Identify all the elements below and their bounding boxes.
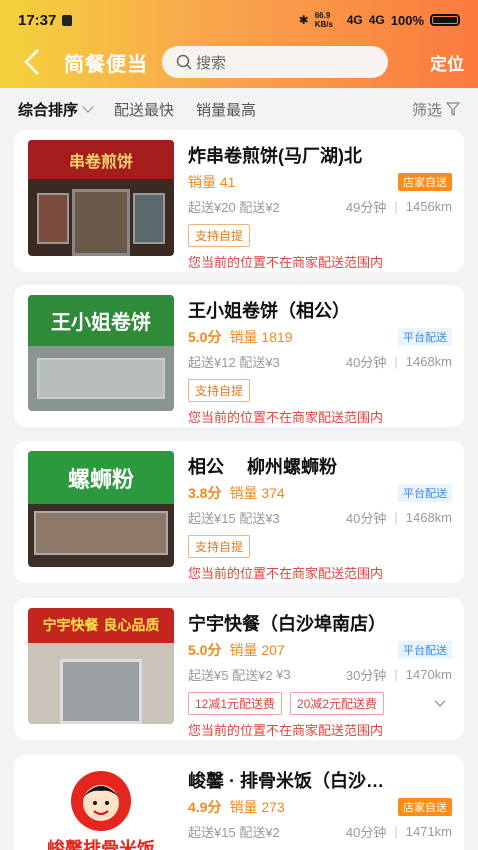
shop-sales: 销量 41 bbox=[188, 174, 236, 190]
shop-sales: 销量 273 bbox=[229, 799, 285, 815]
delivery-time: 40分钟 bbox=[345, 354, 387, 370]
signal-4g-icon: 4G bbox=[346, 13, 363, 27]
shop-sign: 串卷煎饼 bbox=[28, 140, 174, 180]
sort-comprehensive[interactable]: 综合排序 bbox=[18, 99, 94, 120]
delivery-fee: 配送¥2 bbox=[239, 199, 280, 215]
shop-image: 峻馨排骨米饭 bbox=[28, 765, 174, 850]
distance: 1468km bbox=[405, 509, 452, 525]
shop-sign: 峻馨排骨米饭 bbox=[47, 839, 155, 850]
shop-name: 炸串卷煎饼(马厂湖)北 bbox=[188, 146, 362, 166]
delivery-badge: 平台配送 bbox=[398, 484, 452, 502]
distance: 1468km bbox=[405, 353, 452, 369]
signal-4g-icon-2: 4G bbox=[368, 13, 385, 27]
out-of-range-warning: 您当前的位置不在商家配送范围内 bbox=[188, 566, 384, 581]
search-icon bbox=[176, 54, 192, 70]
sim-icon bbox=[62, 14, 73, 26]
delivery-badge: 店家自送 bbox=[398, 798, 452, 816]
shop-image: 螺蛳粉 bbox=[28, 451, 174, 567]
shop-name: 相公 柳州螺蛳粉 bbox=[188, 457, 338, 477]
shop-sales: 销量 1819 bbox=[229, 329, 293, 345]
min-order: 起送¥5 bbox=[188, 667, 229, 683]
distance: 1470km bbox=[405, 666, 452, 682]
shop-score: 5.0分 bbox=[188, 642, 222, 658]
status-bar: 17:37 ✱ 66.9 KB/s 4G 4G 100% bbox=[0, 0, 478, 40]
shop-name: 王小姐卷饼（相公） bbox=[188, 301, 350, 321]
filter-label: 筛选 bbox=[411, 101, 442, 119]
search-input[interactable]: 搜索 bbox=[162, 46, 388, 78]
shop-sign: 螺蛳粉 bbox=[28, 451, 174, 505]
shop-image: 宁宇快餐 良心品质 bbox=[28, 608, 174, 724]
tag-pickup: 支持自提 bbox=[188, 534, 251, 558]
search-placeholder: 搜索 bbox=[196, 54, 227, 72]
chevron-down-icon bbox=[82, 101, 94, 113]
delivery-time: 40分钟 bbox=[345, 824, 387, 840]
delivery-time: 49分钟 bbox=[345, 199, 387, 215]
chevron-left-icon bbox=[24, 49, 39, 75]
funnel-icon bbox=[446, 102, 460, 116]
distance: 1456km bbox=[405, 198, 452, 214]
shop-card[interactable]: 串卷煎饼 炸串卷煎饼(马厂湖)北 销量 41 店家自送 起送¥20 配送¥2 4… bbox=[14, 130, 464, 272]
shop-score: 4.9分 bbox=[188, 799, 222, 815]
min-order: 起送¥20 bbox=[188, 199, 236, 215]
chevron-down-icon[interactable] bbox=[434, 695, 446, 707]
out-of-range-warning: 您当前的位置不在商家配送范围内 bbox=[188, 723, 384, 738]
delivery-fee-original: ¥3 bbox=[276, 666, 291, 682]
delivery-time: 40分钟 bbox=[345, 510, 387, 526]
delivery-fee: 配送¥3 bbox=[239, 354, 280, 370]
shop-card[interactable]: 峻馨排骨米饭 峻馨 · 排骨米饭（白沙… 4.9分 销量 273 店家自送 起送… bbox=[14, 755, 464, 850]
shop-name: 宁宇快餐（白沙埠南店） bbox=[188, 614, 386, 634]
delivery-time: 30分钟 bbox=[345, 667, 387, 683]
out-of-range-warning: 您当前的位置不在商家配送范围内 bbox=[188, 255, 384, 270]
delivery-badge: 平台配送 bbox=[398, 328, 452, 346]
shop-sales: 销量 207 bbox=[229, 642, 285, 658]
delivery-badge: 店家自送 bbox=[398, 173, 452, 191]
shop-name: 峻馨 · 排骨米饭（白沙… bbox=[188, 771, 384, 791]
tag-pickup: 支持自提 bbox=[188, 223, 251, 247]
status-time: 17:37 bbox=[18, 11, 57, 29]
nav-bar: 简餐便当 搜索 定位 bbox=[0, 40, 478, 84]
shop-sign: 王小姐卷饼 bbox=[28, 295, 174, 347]
filter-button[interactable]: 筛选 bbox=[412, 99, 460, 120]
out-of-range-warning: 您当前的位置不在商家配送范围内 bbox=[188, 410, 384, 425]
bluetooth-icon: ✱ bbox=[298, 13, 309, 27]
delivery-fee: 配送¥3 bbox=[239, 510, 280, 526]
shop-card[interactable]: 螺蛳粉 相公 柳州螺蛳粉 3.8分 销量 374 平台配送 起送¥15 配送¥3… bbox=[14, 441, 464, 583]
sort-comprehensive-label: 综合排序 bbox=[18, 101, 79, 119]
min-order: 起送¥12 bbox=[188, 354, 236, 370]
distance: 1471km bbox=[405, 823, 452, 839]
locate-button[interactable]: 定位 bbox=[430, 50, 464, 75]
tag-discount: 20减2元配送费 bbox=[290, 691, 385, 715]
sort-fastest[interactable]: 配送最快 bbox=[114, 99, 174, 120]
net-speed: 66.9 KB/s bbox=[314, 11, 333, 29]
delivery-fee: 配送¥2 bbox=[232, 667, 273, 683]
shop-card[interactable]: 王小姐卷饼 王小姐卷饼（相公） 5.0分 销量 1819 平台配送 起送¥12 … bbox=[14, 285, 464, 427]
sort-bar: 综合排序 配送最快 销量最高 筛选 bbox=[0, 88, 478, 130]
page-title: 简餐便当 bbox=[64, 53, 148, 76]
header: 17:37 ✱ 66.9 KB/s 4G 4G 100% 简餐便当 搜索 定位 bbox=[0, 0, 478, 88]
shop-score: 5.0分 bbox=[188, 329, 222, 345]
battery-percent: 100% bbox=[390, 12, 424, 28]
shop-sign: 宁宇快餐 良心品质 bbox=[28, 608, 174, 643]
shop-score: 3.8分 bbox=[188, 485, 222, 501]
battery-icon bbox=[430, 14, 460, 26]
shop-card[interactable]: 宁宇快餐 良心品质 宁宇快餐（白沙埠南店） 5.0分 销量 207 平台配送 起… bbox=[14, 598, 464, 740]
back-button[interactable] bbox=[10, 40, 54, 84]
tag-pickup: 支持自提 bbox=[188, 378, 251, 402]
min-order: 起送¥15 bbox=[188, 824, 236, 840]
shop-sales: 销量 374 bbox=[229, 485, 285, 501]
tag-discount: 12减1元配送费 bbox=[188, 691, 283, 715]
delivery-fee: 配送¥2 bbox=[239, 824, 280, 840]
delivery-badge: 平台配送 bbox=[398, 641, 452, 659]
shop-image: 串卷煎饼 bbox=[28, 140, 174, 256]
min-order: 起送¥15 bbox=[188, 510, 236, 526]
sort-top-sales[interactable]: 销量最高 bbox=[196, 99, 256, 120]
shop-image: 王小姐卷饼 bbox=[28, 295, 174, 411]
